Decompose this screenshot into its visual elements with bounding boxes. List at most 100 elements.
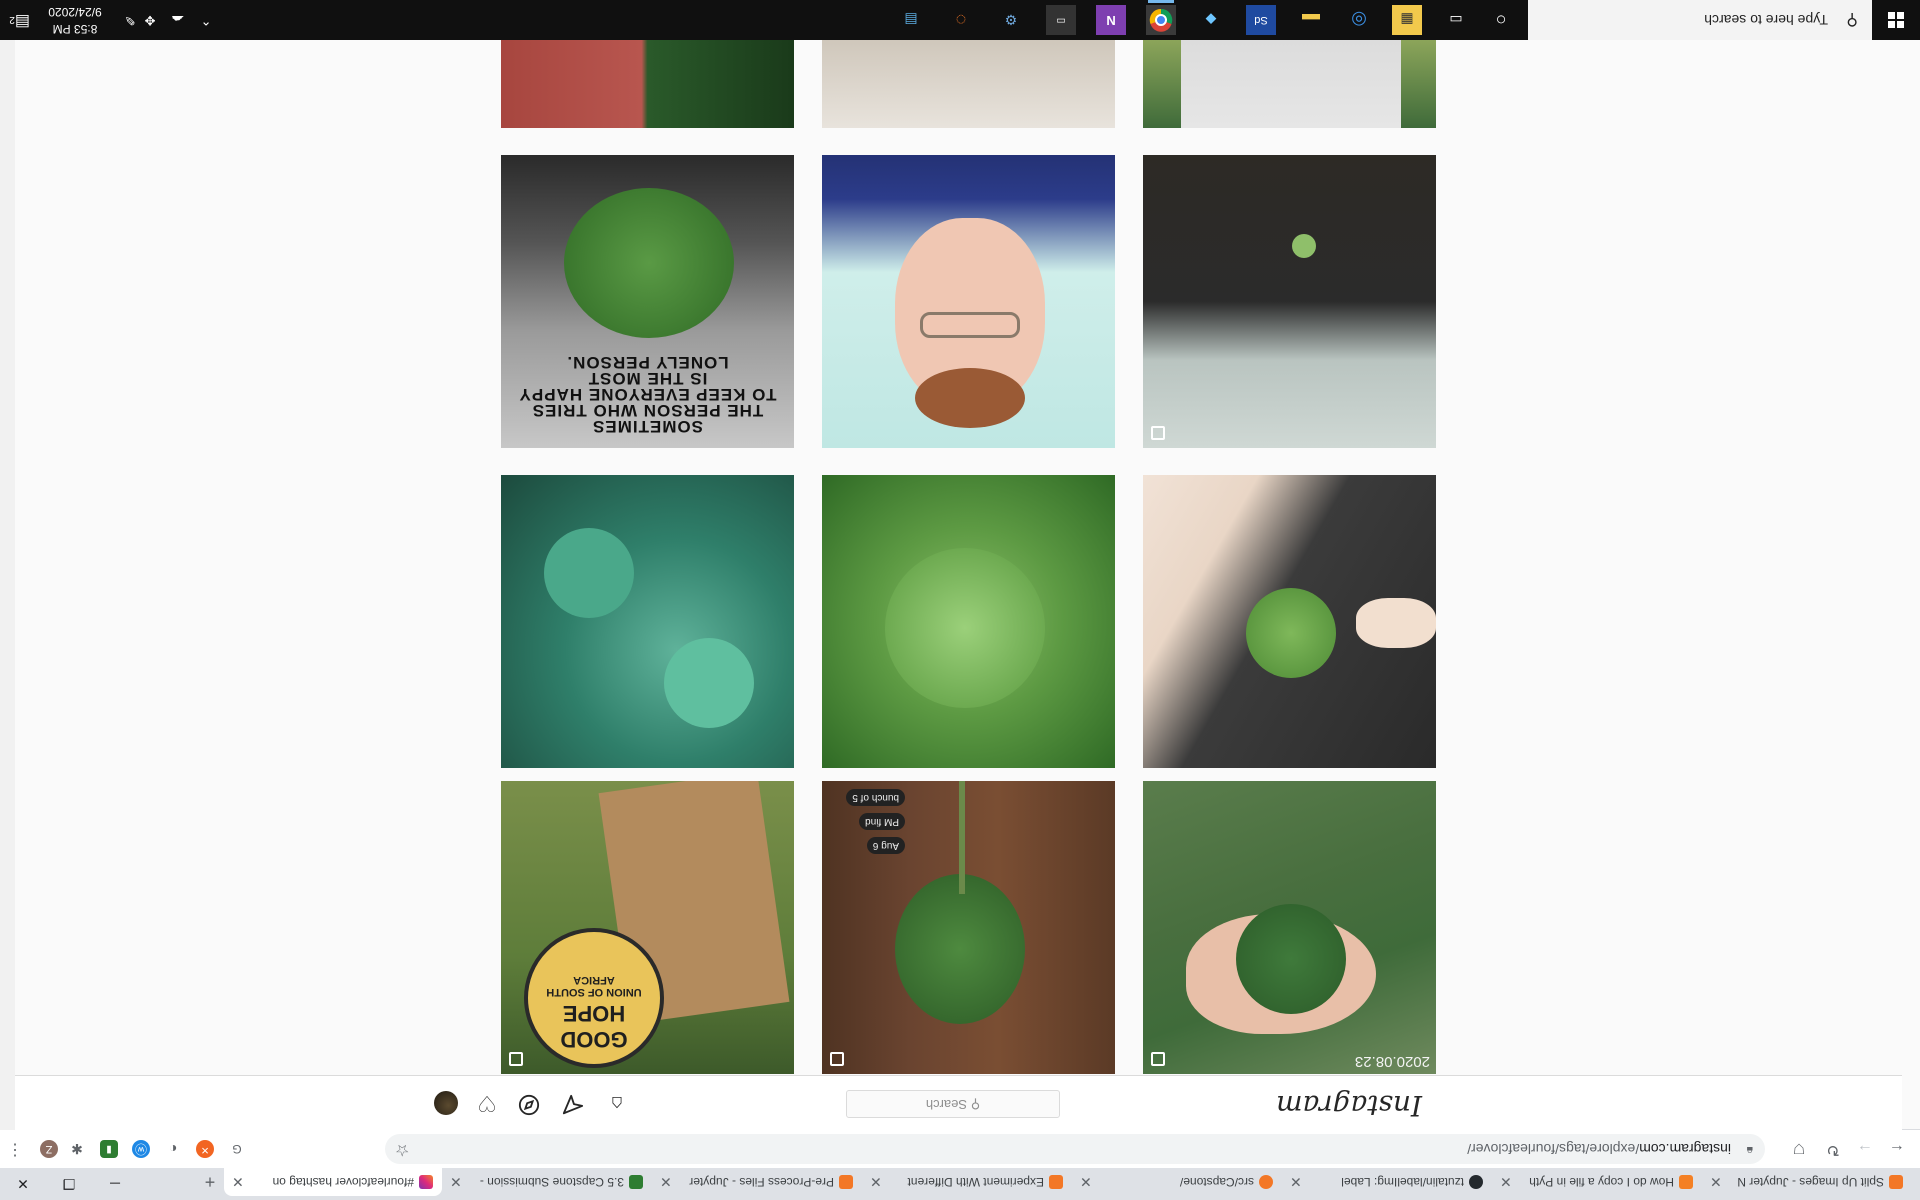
close-icon[interactable]: ✕ [450,1168,462,1196]
post-cartoon-portrait[interactable] [822,155,1115,448]
extension-dark-icon[interactable]: ◐ [164,1140,182,1158]
restore-button[interactable]: ❐ [46,1168,92,1200]
file-explorer-icon[interactable]: ▬ [1296,5,1326,35]
instagram-header: Instagram ⚲ Search ⌂ ♡ [0,1075,1902,1130]
tab-src-capstone[interactable]: src/Capstone/ ✕ [1072,1168,1282,1196]
post-hand-clover[interactable]: 2020.08.23 [1143,781,1436,1074]
search-icon: ⚲ [970,1097,981,1112]
jupyter-icon [1049,1175,1063,1189]
minimize-button[interactable]: ─ [92,1168,138,1200]
tab-title: Split Up Images - Jupyter N [1737,1175,1884,1189]
logo-sub-text: UNION OF SOUTH AFRICA [546,974,642,998]
tab-copy-file-python[interactable]: How do I copy a file in Pyth ✕ [1492,1168,1702,1196]
url-path: /explore/tags/fourleafclover/ [1467,1141,1640,1157]
search-placeholder: Search [925,1097,968,1112]
post-quote-clover[interactable]: SOMETIMES THE PERSON WHO TRIES TO KEEP E… [501,155,794,448]
windows-start-button[interactable] [1872,0,1920,40]
multi-post-icon [1151,426,1165,440]
quote-line: SOMETIMES [592,417,704,436]
post-teal-clover[interactable] [501,475,794,768]
tab-labelimg[interactable]: tzutalin/labelImg: Label ✕ [1282,1168,1492,1196]
forward-button[interactable]: → [1852,1136,1878,1162]
post-grass-partial[interactable] [1143,40,1436,128]
cloud-icon[interactable]: ☁ [164,0,192,40]
tab-title: Experiment With Different [907,1175,1045,1189]
extension-x-icon[interactable]: ✕ [196,1140,214,1158]
new-tab-button[interactable]: + [198,1170,222,1194]
search-input[interactable]: ⚲ Search [846,1090,1060,1118]
extension-g-icon[interactable]: G [228,1140,246,1158]
clover-shape [564,188,734,338]
taskbar-search[interactable]: ⚲ Type here to search [1528,0,1872,40]
star-icon[interactable]: ☆ [395,1140,409,1160]
puzzle-icon[interactable]: ✱ [68,1140,86,1158]
post-good-hope-crate[interactable]: GOOD HOPE UNION OF SOUTH AFRICA [501,781,794,1074]
taskbar-clock[interactable]: 8:53 PM 9/24/2020 [30,3,120,37]
notification-count: 2 [9,14,15,25]
caption-tag: Aug 6 [866,837,905,854]
windows-taskbar: ⚲ Type here to search ○ ▭ ▦ ◎ ▬ Sd ◆ N ▭… [0,0,1920,40]
calculator-icon[interactable]: ▤ [896,5,926,35]
photos-icon[interactable]: ◆ [1196,5,1226,35]
close-icon[interactable]: ✕ [870,1168,882,1196]
quote-line: THE PERSON WHO TRIES [531,401,764,420]
notification-icon[interactable]: ▤2 [9,12,30,32]
address-bar[interactable]: 🔒︎ instagram.com/explore/tags/fourleafcl… [385,1134,1765,1164]
instagram-logo[interactable]: Instagram [1276,1089,1422,1122]
bookmark-icon[interactable]: ⛉ [1786,1136,1812,1162]
menu-button[interactable]: ⋮ [2,1136,28,1162]
chevron-up-icon[interactable]: ⌃ [192,0,220,40]
close-icon[interactable]: ✕ [1290,1168,1302,1196]
quote-line: LONELY PERSON. [566,353,729,372]
lock-icon: 🔒︎ [1746,1144,1753,1158]
chrome-icon[interactable] [1146,5,1176,35]
close-icon[interactable]: ✕ [232,1168,244,1196]
extension-evernote-icon[interactable]: ▮ [100,1140,118,1158]
onenote-icon[interactable]: N [1096,5,1126,35]
direct-icon[interactable] [560,1090,586,1116]
clover-shape [1236,904,1346,1014]
store-icon[interactable]: ▦ [1392,5,1422,35]
url-text[interactable]: instagram.com/explore/tags/fourleafclove… [1467,1134,1731,1164]
photoshop-icon[interactable]: Sd [1246,5,1276,35]
close-icon[interactable]: ✕ [1500,1168,1512,1196]
task-view-icon[interactable]: ▭ [1441,5,1471,35]
back-button[interactable]: ← [1884,1136,1910,1162]
frame-shape [1181,40,1401,128]
scrollbar[interactable] [0,0,15,1130]
pen-icon[interactable]: ✎ [118,0,142,40]
flipped-screen: Split Up Images - Jupyter N ✕ How do I c… [0,0,1920,1200]
extension-w-icon[interactable]: ⓦ [132,1140,150,1158]
reload-button[interactable]: ↻ [1820,1136,1846,1162]
tab-pre-process[interactable]: Pre-Process Files - Jupyter ✕ [652,1168,862,1196]
home-icon[interactable]: ⌂ [604,1090,630,1116]
close-icon[interactable]: ✕ [660,1168,672,1196]
avatar[interactable] [434,1091,458,1115]
jupyter-icon[interactable]: ◌ [946,5,976,35]
post-clover-sprout[interactable] [1143,155,1436,448]
clock-time: 8:53 PM [52,22,98,36]
tab-experiment[interactable]: Experiment With Different ✕ [862,1168,1072,1196]
browser-tab-strip: Split Up Images - Jupyter N ✕ How do I c… [0,1168,1920,1200]
profile-avatar[interactable]: Z [40,1140,58,1158]
post-clover-field[interactable] [822,475,1115,768]
anaconda-icon[interactable]: ⚙ [996,5,1026,35]
tab-capstone-submission[interactable]: 3.5 Capstone Submission - ✕ [442,1168,652,1196]
post-clover-leather[interactable] [1143,475,1436,768]
post-partial-3[interactable] [501,40,794,128]
post-clover-table[interactable]: Aug 6 PM find bunch of 5 [822,781,1115,1074]
clover-shape [895,874,1025,1024]
terminal-icon[interactable]: ▭ [1046,5,1076,35]
close-icon[interactable]: ✕ [1710,1168,1722,1196]
edge-icon[interactable]: ◎ [1344,5,1374,35]
close-window-button[interactable]: ✕ [0,1168,46,1200]
close-icon[interactable]: ✕ [1080,1168,1092,1196]
explore-icon[interactable] [516,1090,542,1116]
clover-shape [1246,588,1336,678]
post-partial-2[interactable] [822,40,1115,128]
tab-split-up-images[interactable]: Split Up Images - Jupyter N ✕ [1702,1168,1912,1196]
heart-icon[interactable]: ♡ [474,1090,500,1116]
cortana-icon[interactable]: ○ [1486,5,1516,35]
jupyter-icon [839,1175,853,1189]
tab-fourleafclover[interactable]: #fourleafclover hashtag on ✕ [224,1168,442,1196]
